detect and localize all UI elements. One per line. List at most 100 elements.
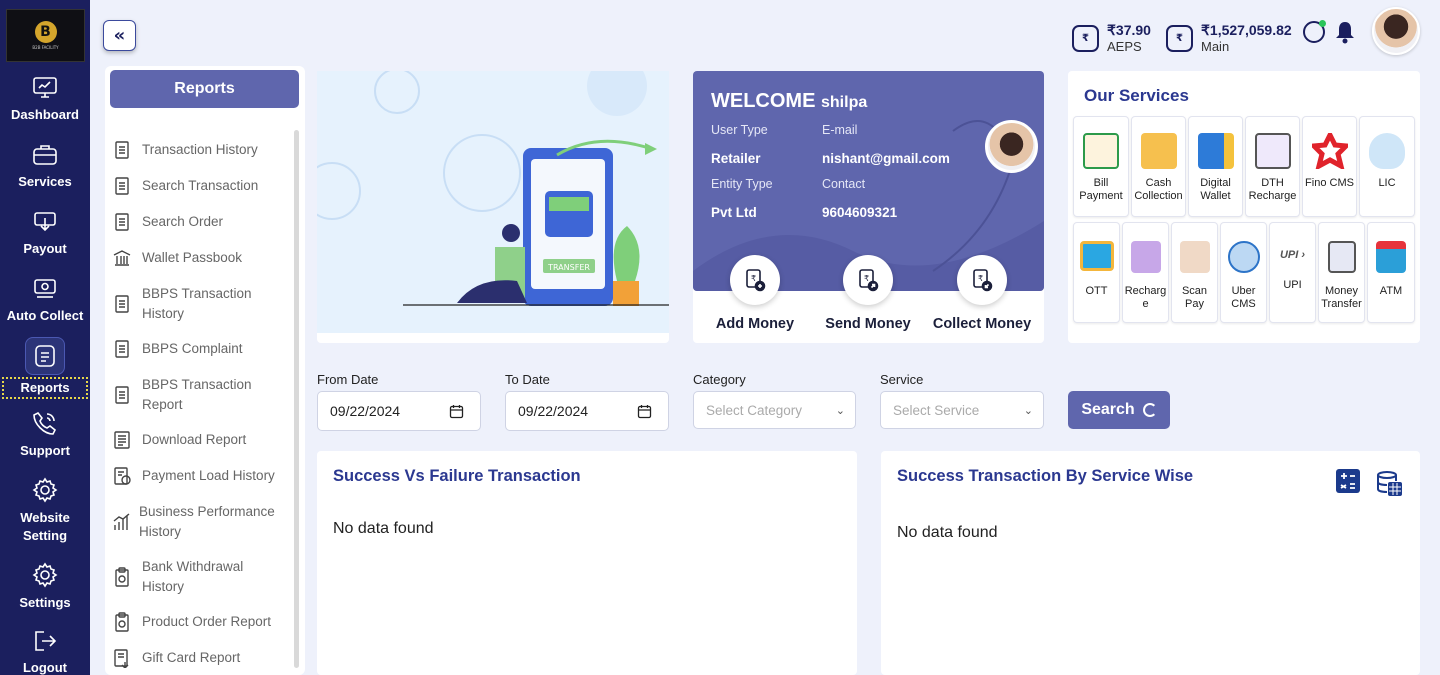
nav-label: Auto Collect [6,308,84,323]
report-label: Product Order Report [142,614,272,629]
recharge-icon [1130,241,1161,273]
nav-reports[interactable]: Reports [0,337,90,399]
wallet-amount: ₹37.90 [1107,22,1151,38]
collect-money-label[interactable]: Collect Money [932,314,1032,335]
from-date-input[interactable]: 09/22/2024 [317,391,481,431]
services-title: Our Services [1084,86,1189,105]
service-upi[interactable]: UPI › UPI [1269,222,1316,323]
collect-money-button[interactable]: ₹ [957,255,1007,305]
calculator-icon[interactable] [1335,468,1361,494]
collapse-sidebar-button[interactable]: « [103,20,136,51]
report-item-gift-card-report[interactable]: Gift Card Report [112,648,292,668]
report-item-wallet-passbook[interactable]: Wallet Passbook [112,248,292,268]
svg-text:₹: ₹ [751,274,756,283]
nav-support[interactable]: Support [0,410,90,460]
wallet-aeps: ₹ ₹37.90 AEPS [1072,22,1151,54]
nav-settings[interactable]: Settings [0,562,90,612]
nav-services[interactable]: Services [0,143,90,191]
collect-money-icon: ₹ [973,269,993,292]
service-label: OTT [1085,285,1108,297]
service-label: Bill Payment [1079,177,1123,202]
service-select[interactable]: Select Service ⌄ [880,391,1044,429]
category-select[interactable]: Select Category ⌄ [693,391,856,429]
service-label: ATM [1379,285,1403,297]
nav-label: Settings [19,595,71,610]
welcome-greeting: WELCOME [711,90,816,112]
service-uber-cms[interactable]: Uber CMS [1220,222,1267,323]
document-icon [115,386,129,404]
chat-icon[interactable] [1303,20,1326,43]
service-dth-recharge[interactable]: DTH Recharge [1245,116,1300,217]
nav-payout[interactable]: Payout [0,210,90,258]
user-avatar[interactable] [1372,7,1420,55]
add-money-label[interactable]: Add Money [695,314,815,335]
report-label: Wallet Passbook [142,250,243,265]
database-icon[interactable] [1376,470,1402,496]
nav-dashboard[interactable]: Dashboard [0,76,90,124]
report-item-payment-load-history[interactable]: Payment Load History [112,466,292,486]
from-date-value: 09/22/2024 [330,403,401,419]
wallet-name: AEPS [1107,39,1142,54]
report-item-business-performance-history[interactable]: Business Performance History [112,502,292,542]
report-label: Bank Withdrawal History [142,559,244,594]
cash-icon [1140,133,1177,169]
user-type-label: User Type [711,123,768,137]
wallet-name: Main [1201,39,1230,54]
report-label: Download Report [142,432,247,447]
svg-text:₹: ₹ [864,274,869,283]
logout-icon [35,631,57,651]
service-digital-wallet[interactable]: Digital Wallet [1188,116,1243,217]
service-ott[interactable]: OTT [1073,222,1120,323]
add-money-button[interactable]: ₹ [730,255,780,305]
bill-icon [1083,133,1119,169]
category-label: Category [693,372,746,387]
search-button[interactable]: Search [1068,391,1170,429]
document-icon [115,213,129,231]
report-item-bank-withdrawal-history[interactable]: Bank Withdrawal History [112,557,292,597]
service-money-transfer[interactable]: Money Transfer [1318,222,1365,323]
wallet-icon [1197,133,1234,169]
report-label: BBPS Transaction History [142,286,252,321]
service-recharge[interactable]: Recharge [1122,222,1169,323]
report-item-bbps-transaction-report[interactable]: BBPS Transaction Report [112,375,292,415]
service-atm[interactable]: ATM [1367,222,1415,323]
nav-website-setting[interactable]: Website Setting [0,477,90,545]
report-item-search-order[interactable]: Search Order [112,212,292,232]
service-bill-payment[interactable]: Bill Payment [1073,116,1129,217]
send-money-button[interactable]: ₹ [843,255,893,305]
service-scan-pay[interactable]: Scan Pay [1171,222,1218,323]
entity-type-value: Pvt Ltd [711,205,757,220]
gear-icon [32,562,58,588]
report-label: BBPS Complaint [142,341,243,356]
bell-icon[interactable] [1335,20,1355,44]
nav-label: Services [18,174,72,189]
phone-icon [33,411,57,435]
service-cash-collection[interactable]: Cash Collection [1131,116,1186,217]
reports-scrollbar[interactable] [294,130,299,668]
report-item-download-report[interactable]: Download Report [112,430,292,450]
service-fino-cms[interactable]: Fino CMS [1302,116,1357,217]
report-item-transaction-history[interactable]: Transaction History [112,140,292,160]
report-label: Transaction History [142,142,258,157]
to-date-input[interactable]: 09/22/2024 [505,391,669,431]
service-label: Fino CMS [1305,177,1354,189]
nav-auto-collect[interactable]: Auto Collect [0,277,90,325]
document-icon [115,295,129,313]
service-label: Recharge [1124,285,1167,310]
report-item-product-order-report[interactable]: Product Order Report [112,612,292,632]
add-money-icon: ₹ [746,269,766,292]
atm-icon [1376,241,1406,273]
welcome-avatar [985,120,1038,173]
service-lic[interactable]: LIC [1359,116,1415,217]
nav-logout[interactable]: Logout [0,629,90,675]
bank-icon [113,250,131,266]
brand-logo[interactable]: B B2B FACILITY [6,9,85,62]
loading-spinner-icon [1142,403,1157,417]
ott-icon [1079,241,1114,271]
money-transfer-icon [1327,241,1356,273]
report-item-bbps-transaction-history[interactable]: BBPS Transaction History [112,284,292,324]
send-money-label[interactable]: Send Money [808,314,928,335]
report-item-bbps-complaint[interactable]: BBPS Complaint [112,339,292,359]
wallet-icon: ₹ [1166,24,1193,52]
report-item-search-transaction[interactable]: Search Transaction [112,176,292,196]
